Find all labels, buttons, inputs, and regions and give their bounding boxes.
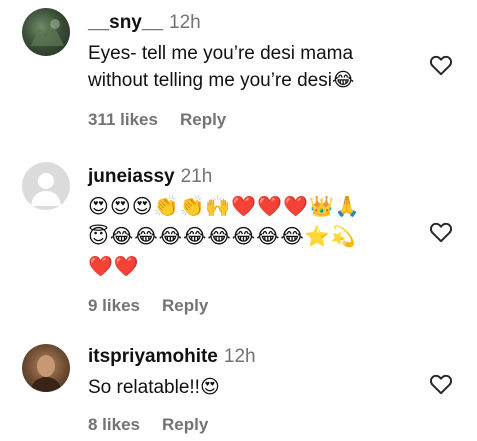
- likes-count[interactable]: 311 likes: [88, 110, 158, 129]
- comment-header: __sny__ 12h: [88, 12, 418, 34]
- comment-emoji-line: 😍😍😍👏👏🙌❤️❤️❤️👑🙏: [88, 196, 361, 218]
- avatar[interactable]: [22, 8, 70, 56]
- likes-count[interactable]: 8 likes: [88, 415, 140, 434]
- username[interactable]: juneiassy: [88, 166, 175, 187]
- comment-text: Eyes- tell me you’re desi mama without t…: [88, 43, 355, 91]
- reply-button[interactable]: Reply: [180, 110, 226, 129]
- default-avatar-icon[interactable]: [22, 162, 70, 210]
- heart-outline-icon[interactable]: [428, 371, 454, 397]
- comment-actions: 311 likes Reply: [88, 110, 418, 130]
- avatar-image: [30, 355, 62, 392]
- username[interactable]: itspriyamohite: [88, 346, 218, 367]
- avatar-image: [30, 19, 64, 46]
- comment-text: So relatable!!😍: [88, 377, 220, 398]
- likes-count[interactable]: 9 likes: [88, 296, 140, 315]
- timestamp[interactable]: 12h: [169, 12, 201, 33]
- comment-emoji-line: 😇😂😂😂😂😂😂😂😂⭐💫: [88, 226, 357, 248]
- reply-button[interactable]: Reply: [162, 415, 208, 434]
- reply-button[interactable]: Reply: [162, 296, 208, 315]
- timestamp[interactable]: 21h: [181, 166, 213, 187]
- username[interactable]: __sny__: [88, 12, 163, 33]
- comment-header: juneiassy 21h: [88, 166, 418, 188]
- avatar[interactable]: [22, 344, 70, 392]
- comment-actions: 9 likes Reply: [88, 296, 418, 316]
- heart-outline-icon[interactable]: [428, 52, 454, 78]
- comment-actions: 8 likes Reply: [88, 415, 418, 435]
- comment-emoji-line: ❤️❤️: [88, 256, 140, 278]
- comment-header: itspriyamohite 12h: [88, 346, 418, 368]
- timestamp[interactable]: 12h: [224, 346, 256, 367]
- heart-outline-icon[interactable]: [428, 219, 454, 245]
